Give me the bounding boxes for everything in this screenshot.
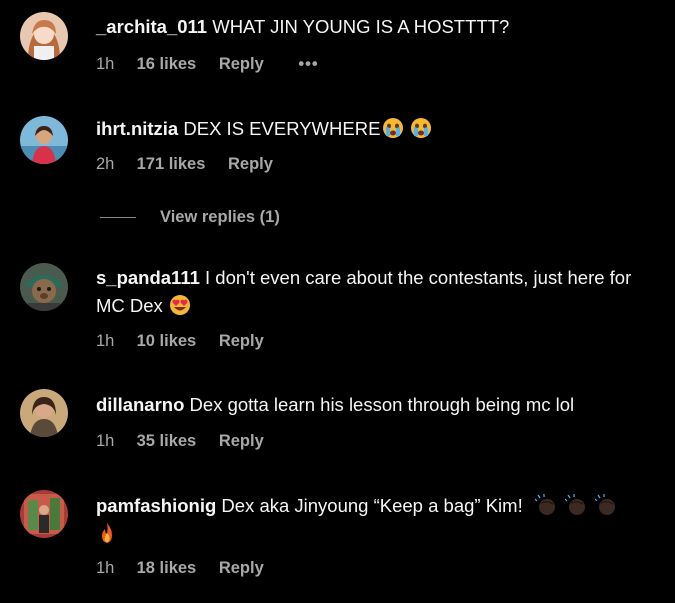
avatar[interactable] xyxy=(20,263,68,311)
comment-body: Dex aka Jinyoung “Keep a bag” Kim! xyxy=(221,495,523,516)
comment-body: Dex gotta learn his lesson through being… xyxy=(189,394,575,415)
username[interactable]: _archita_011 xyxy=(96,16,207,37)
reply-button[interactable]: Reply xyxy=(219,55,264,74)
avatar[interactable] xyxy=(20,490,68,538)
likes-count[interactable]: 18 likes xyxy=(137,559,197,578)
comment-text: _archita_011 WHAT JIN YOUNG IS A HOSTTTT… xyxy=(96,13,664,41)
timestamp: 1h xyxy=(96,332,115,350)
comment-text: pamfashionig Dex aka Jinyoung “Keep a ba… xyxy=(96,492,664,548)
likes-count[interactable]: 16 likes xyxy=(137,55,197,74)
comment-meta: 1h 18 likes Reply xyxy=(96,559,264,578)
comment-body: DEX IS EVERYWHERE xyxy=(183,118,381,139)
avatar[interactable] xyxy=(20,389,68,437)
comment-meta: 1h 10 likes Reply xyxy=(96,332,264,351)
reply-button[interactable]: Reply xyxy=(228,155,273,174)
crying-face-emoji xyxy=(410,117,432,139)
likes-count[interactable]: 10 likes xyxy=(137,332,197,351)
reply-button[interactable]: Reply xyxy=(219,559,264,578)
timestamp: 1h xyxy=(96,432,115,450)
likes-count[interactable]: 35 likes xyxy=(137,432,197,451)
comment-meta: 2h 171 likes Reply xyxy=(96,155,273,174)
comment-body: WHAT JIN YOUNG IS A HOSTTTT? xyxy=(212,16,510,37)
replies-divider xyxy=(100,217,136,219)
username[interactable]: s_panda111 xyxy=(96,267,200,288)
reply-button[interactable]: Reply xyxy=(219,332,264,351)
crying-face-emoji xyxy=(382,117,404,139)
fire-emoji xyxy=(96,522,114,544)
clapping-hands-emoji xyxy=(594,494,617,516)
comment-text: s_panda111 I don't even care about the c… xyxy=(96,264,664,320)
view-replies-button[interactable]: View replies (1) xyxy=(100,208,280,227)
view-replies-label: View replies (1) xyxy=(160,208,280,226)
reply-button[interactable]: Reply xyxy=(219,432,264,451)
username[interactable]: pamfashionig xyxy=(96,495,216,516)
avatar[interactable] xyxy=(20,116,68,164)
comment-meta: 1h 35 likes Reply xyxy=(96,432,264,451)
clapping-hands-emoji xyxy=(564,494,587,516)
username[interactable]: ihrt.nitzia xyxy=(96,118,178,139)
username[interactable]: dillanarno xyxy=(96,394,184,415)
likes-count[interactable]: 171 likes xyxy=(137,155,206,174)
more-options-icon[interactable]: ••• xyxy=(298,55,318,74)
comment-text: ihrt.nitzia DEX IS EVERYWHERE xyxy=(96,115,664,143)
comment-meta: 1h 16 likes Reply ••• xyxy=(96,55,319,74)
heart-eyes-emoji xyxy=(169,294,191,316)
clapping-hands-emoji xyxy=(534,494,557,516)
comment-text: dillanarno Dex gotta learn his lesson th… xyxy=(96,391,664,419)
avatar[interactable] xyxy=(20,12,68,60)
timestamp: 2h xyxy=(96,155,115,173)
timestamp: 1h xyxy=(96,559,115,577)
timestamp: 1h xyxy=(96,55,115,73)
